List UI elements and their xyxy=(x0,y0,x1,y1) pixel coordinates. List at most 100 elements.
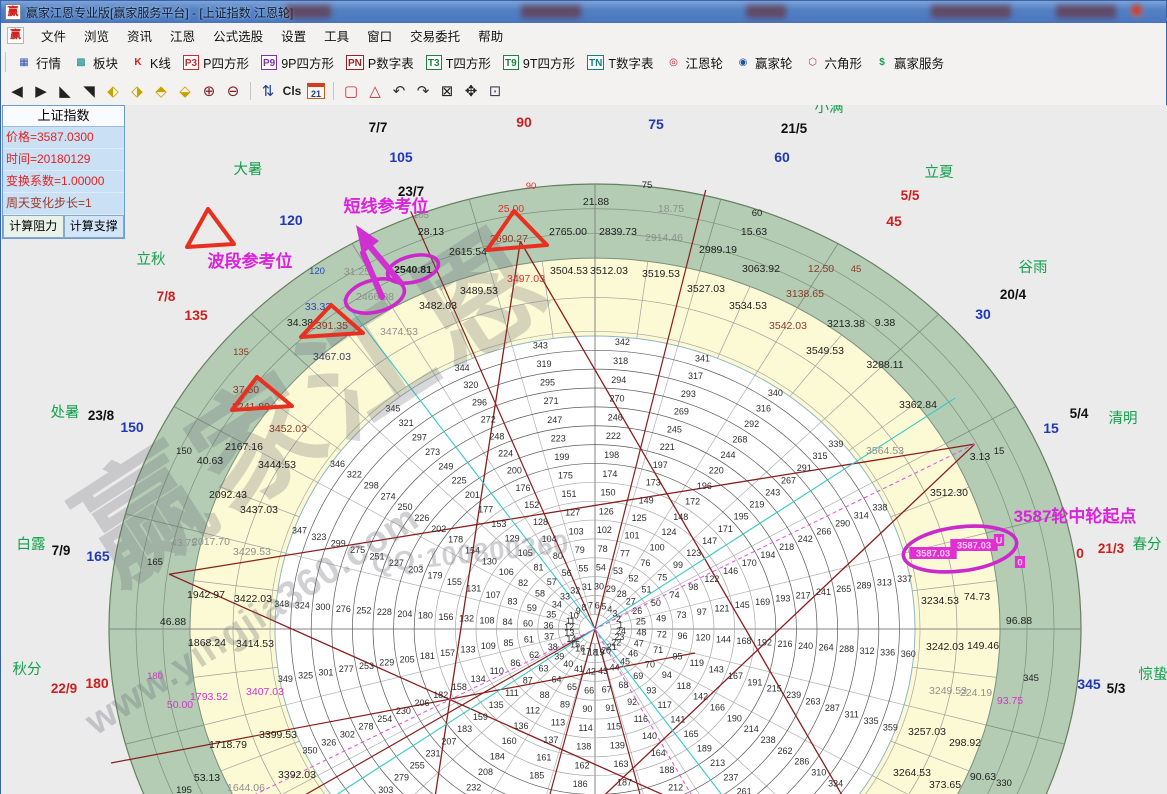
wheel-label: 165 xyxy=(86,548,110,564)
wheel-label: 28 xyxy=(617,589,627,599)
updown-icon[interactable]: ⇅ xyxy=(257,80,279,102)
wheel-label: 90.63 xyxy=(970,771,996,783)
cls-button[interactable]: Cls xyxy=(281,80,303,102)
t-table-icon: TN xyxy=(587,55,604,70)
wheel-label: 67 xyxy=(602,685,612,695)
wheel-label: 232 xyxy=(466,783,481,793)
toolbar-item-kline[interactable]: K K线 xyxy=(124,51,177,74)
menu-settings[interactable]: 设置 xyxy=(272,23,315,48)
wheel-label: 106 xyxy=(499,567,514,577)
toolbar-item-p9[interactable]: P9 9P四方形 xyxy=(255,51,340,74)
window-title: 赢家江恩专业版[赢家服务平台] - [上证指数 江恩轮] xyxy=(26,4,293,21)
wheel-label: 240 xyxy=(798,641,813,651)
wheel-label: 85 xyxy=(504,638,514,648)
title-bar[interactable]: 赢 赢家江恩专业版[赢家服务平台] - [上证指数 江恩轮] xyxy=(1,1,1166,24)
pan-right-icon[interactable]: ⬗ xyxy=(126,80,148,102)
rotate-ccw-icon[interactable]: ↶ xyxy=(388,80,410,102)
wheel-label: 102 xyxy=(597,525,612,535)
move-tool-icon[interactable]: ✥ xyxy=(460,80,482,102)
nav-upleft-icon[interactable]: ◣ xyxy=(54,80,76,102)
menu-news[interactable]: 资讯 xyxy=(118,23,161,48)
menu-window[interactable]: 窗口 xyxy=(358,23,401,48)
toolbar-item-dollar[interactable]: $ 赢家服务 xyxy=(868,51,950,74)
wheel-label: 198 xyxy=(604,450,619,460)
menu-formula-stockpick[interactable]: 公式选股 xyxy=(204,23,272,48)
present-icon[interactable]: ⊡ xyxy=(484,80,506,102)
rect-tool-icon[interactable]: ▢ xyxy=(340,80,362,102)
wheel-label: 191 xyxy=(747,677,762,687)
calendar-icon[interactable]: 21 xyxy=(305,80,327,102)
zoom-in-icon[interactable]: ⊕ xyxy=(198,80,220,102)
wheel-label: 8 xyxy=(582,602,587,612)
wheel-label: 3527.03 xyxy=(687,283,725,295)
menu-browse[interactable]: 浏览 xyxy=(75,23,118,48)
toolbar-item-tn[interactable]: TN T数字表 xyxy=(581,51,659,74)
background-window-blur xyxy=(1129,3,1144,18)
wheel-label: 3519.53 xyxy=(642,268,680,280)
wheel-label: 18.75 xyxy=(658,203,684,215)
wheel-label: 341 xyxy=(695,353,710,363)
toolbar-item-blocks[interactable]: ▩ 板块 xyxy=(67,51,124,74)
wheel-label: 3399.53 xyxy=(259,729,297,741)
wheel-label: 34 xyxy=(552,600,562,610)
menu-gann[interactable]: 江恩 xyxy=(161,23,204,48)
wheel-label: 206 xyxy=(415,698,430,708)
wheel-label: 3.13 xyxy=(970,451,991,463)
wheel-label: 3549.53 xyxy=(806,345,844,357)
wheel-label: 217 xyxy=(796,590,811,600)
nav-downright-icon[interactable]: ◥ xyxy=(78,80,100,102)
background-window-blur xyxy=(746,5,786,18)
toolbar-item-grid[interactable]: ▦ 行情 xyxy=(10,51,67,74)
toolbar-item-t9[interactable]: T9 9T四方形 xyxy=(497,51,581,74)
menu-help[interactable]: 帮助 xyxy=(469,23,512,48)
wheel-label: 202 xyxy=(431,524,446,534)
wheel-label: 359 xyxy=(883,722,898,732)
highlight-tag-text: 0 xyxy=(1017,558,1022,569)
menu-file[interactable]: 文件 xyxy=(32,23,75,48)
wheel-label: 214 xyxy=(744,724,759,734)
wheel-label: 123 xyxy=(686,548,701,558)
nav-left-icon[interactable]: ◀ xyxy=(6,80,28,102)
wheel-label: 220 xyxy=(709,465,724,475)
wheel-label: 21/5 xyxy=(781,121,808,136)
wheel-label: 3437.03 xyxy=(240,504,278,516)
calc-support-button[interactable]: 计算支撑 xyxy=(64,215,125,238)
rotate-cw-icon[interactable]: ↷ xyxy=(412,80,434,102)
wheel-label: 3474.53 xyxy=(380,326,418,338)
wheel-label: 303 xyxy=(378,785,393,794)
toolbar-item-wheel[interactable]: ◎ 江恩轮 xyxy=(659,51,729,74)
toolbar-item-p3[interactable]: P3 P四方形 xyxy=(177,51,255,74)
pan-up-icon[interactable]: ⬘ xyxy=(150,80,172,102)
toolbar-item-winwheel[interactable]: ◉ 赢家轮 xyxy=(729,51,799,74)
wheel-label: 148 xyxy=(673,512,688,522)
toolbar-item-t3[interactable]: T3 T四方形 xyxy=(420,51,497,74)
wheel-label: 113 xyxy=(551,717,565,727)
select-box-icon[interactable]: ⊠ xyxy=(436,80,458,102)
solar-term-label: 小满 xyxy=(815,105,844,116)
gann-wheel-chart[interactable]: 1234567891011121314151617181920212223242… xyxy=(1,105,1167,794)
triangle-tool-icon[interactable]: △ xyxy=(364,80,386,102)
nav-right-icon[interactable]: ▶ xyxy=(30,80,52,102)
wheel-label: 253 xyxy=(359,661,374,671)
wheel-label: 289 xyxy=(857,581,872,591)
wheel-label: 230 xyxy=(396,706,411,716)
wheel-label: 40.63 xyxy=(197,455,223,467)
menu-trade[interactable]: 交易委托 xyxy=(401,23,469,48)
toolbar-item-label: 行情 xyxy=(36,53,61,72)
calc-resistance-button[interactable]: 计算阻力 xyxy=(3,215,64,238)
gann-wheel-canvas[interactable]: 1234567891011121314151617181920212223242… xyxy=(1,105,1167,794)
wheel-label: 146 xyxy=(723,566,738,576)
wheel-label: 76 xyxy=(640,558,650,568)
wheel-label: 2017.70 xyxy=(192,536,230,548)
wheel-label: 36 xyxy=(544,620,554,630)
wheel-label: 62 xyxy=(529,650,539,660)
zoom-out-icon[interactable]: ⊖ xyxy=(222,80,244,102)
wheel-label: 107 xyxy=(486,590,501,600)
toolbar-item-pn[interactable]: PN P数字表 xyxy=(340,51,420,74)
pan-down-icon[interactable]: ⬙ xyxy=(174,80,196,102)
menu-tools[interactable]: 工具 xyxy=(315,23,358,48)
toolbar-item-hex[interactable]: ⬡ 六角形 xyxy=(798,51,868,74)
toolbar-item-label: 江恩轮 xyxy=(685,53,723,72)
wheel-label: 124 xyxy=(661,527,676,537)
pan-left-icon[interactable]: ⬖ xyxy=(102,80,124,102)
